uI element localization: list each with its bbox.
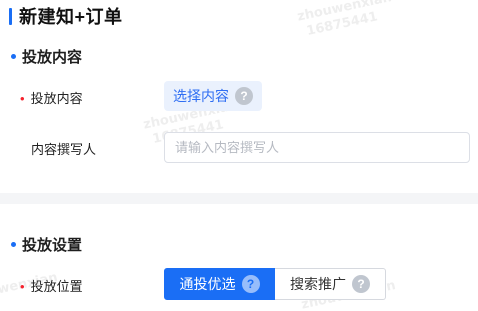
section-title: 投放内容 [22, 49, 83, 66]
section-title: 投放设置 [22, 237, 83, 254]
watermark: zhouwenxian 16875441 [296, 0, 397, 41]
placement-field-label: • 投放位置 [20, 276, 83, 295]
section-content-header: 投放内容 [11, 46, 82, 67]
section-settings-header: 投放设置 [11, 234, 82, 255]
writer-label-text: 内容撰写人 [31, 142, 97, 157]
help-icon[interactable]: ? [235, 87, 253, 105]
required-marker: • [20, 91, 25, 106]
watermark-name: zhouwenxian [296, 0, 393, 25]
placement-segmented-control: 通投优选 ? 搜索推广 ? [164, 268, 386, 300]
help-icon[interactable]: ? [352, 275, 370, 293]
help-icon[interactable]: ? [241, 275, 260, 293]
section-dot-icon [11, 54, 16, 59]
title-accent-bar [9, 7, 12, 25]
required-marker: • [20, 279, 25, 294]
placement-option-search[interactable]: 搜索推广 ? [275, 268, 386, 300]
placement-label-text: 投放位置 [30, 279, 83, 294]
choose-content-button[interactable]: 选择内容 ? [164, 81, 262, 111]
content-writer-input[interactable] [164, 132, 470, 163]
section-dot-icon [11, 242, 16, 247]
choose-content-label: 选择内容 [173, 88, 229, 104]
section-divider [0, 193, 478, 204]
writer-field-label: 内容撰写人 [31, 139, 96, 158]
page-title: 新建知+订单 [19, 7, 123, 27]
placement-option-label: 通投优选 [179, 276, 236, 292]
page-header: 新建知+订单 [9, 5, 123, 27]
placement-option-label: 搜索推广 [290, 276, 346, 292]
content-label-text: 投放内容 [30, 91, 83, 106]
placement-option-smart[interactable]: 通投优选 ? [164, 268, 275, 300]
watermark-id: 16875441 [305, 9, 380, 40]
content-field-label: • 投放内容 [20, 88, 83, 107]
